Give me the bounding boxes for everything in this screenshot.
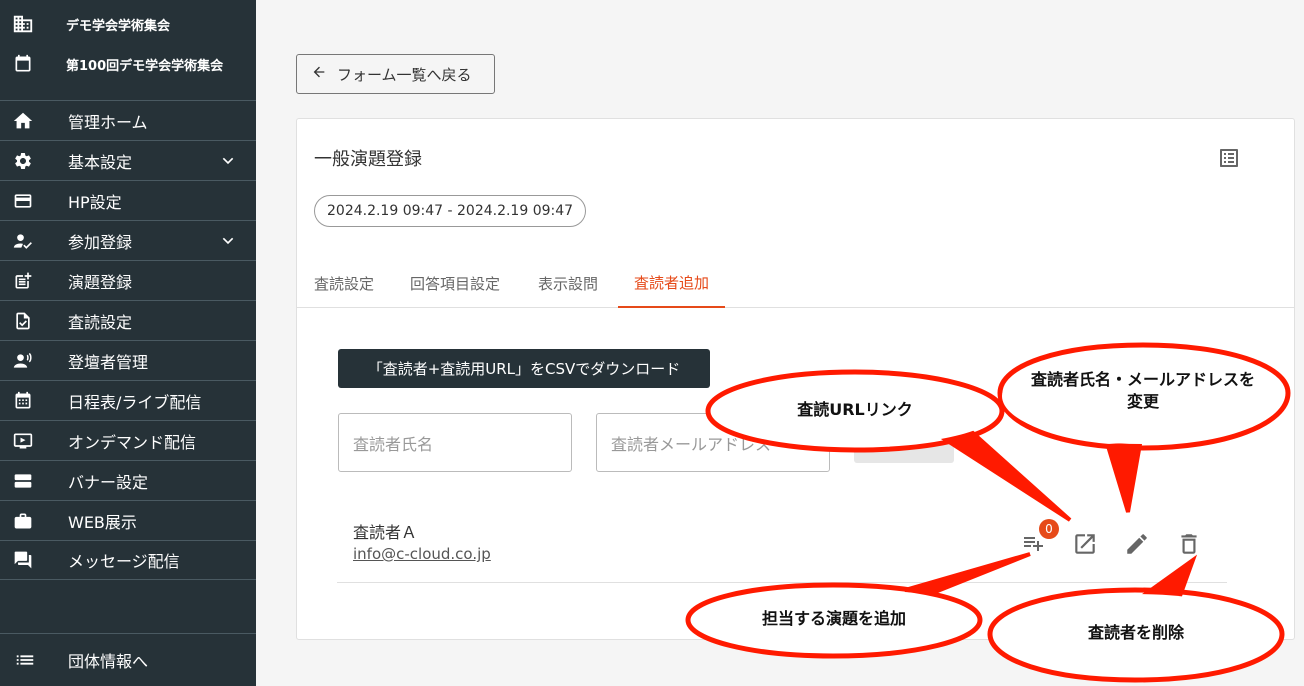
assigned-count-badge: 0 [1039,519,1059,539]
edit-icon[interactable] [1124,531,1150,561]
reviewer-name: 査読者Ａ [353,519,417,543]
sidebar-item-label: バナー設定 [46,469,148,493]
sidebar-item-abstract[interactable]: 演題登録 [0,260,256,300]
sidebar-item-label: WEB展示 [46,509,137,533]
sidebar-item-web-exhibit[interactable]: WEB展示 [0,500,256,540]
doc-check-icon [0,311,46,331]
sidebar-item-messages[interactable]: メッセージ配信 [0,540,256,580]
sidebar-item-on-demand[interactable]: オンデマンド配信 [0,420,256,460]
sidebar-item-label: 日程表/ライブ配信 [46,389,201,413]
back-to-forms-button[interactable]: フォーム一覧へ戻る [296,54,495,94]
chevron-down-icon[interactable] [220,233,236,253]
tab-add-reviewer[interactable]: 査読者追加 [618,259,725,308]
web-icon [0,191,46,211]
calendar-icon [0,391,46,411]
sidebar-item-label: 団体情報へ [50,648,148,672]
sidebar-item-label: 査読設定 [46,309,132,333]
sidebar-item-organization[interactable]: 団体情報へ [0,633,256,686]
sidebar-item-review-settings[interactable]: 査読設定 [0,300,256,340]
sidebar-item-label: オンデマンド配信 [46,429,196,453]
banner-icon [0,471,46,491]
briefcase-icon [0,511,46,531]
add-reviewer-button[interactable] [854,443,954,463]
form-title: 一般演題登録 [314,145,422,171]
sidebar-item-label: メッセージ配信 [46,548,180,572]
sidebar: デモ学会学術集会 第100回デモ学会学術集会 管理ホーム 基本設定 HP設定 参… [0,0,256,686]
list-alt-icon[interactable] [1217,146,1241,174]
event-row[interactable]: 第100回デモ学会学術集会 [0,44,256,84]
sidebar-item-schedule[interactable]: 日程表/ライブ配信 [0,380,256,420]
sidebar-item-label: 演題登録 [46,269,132,293]
list-icon [0,649,50,671]
sidebar-item-banner[interactable]: バナー設定 [0,460,256,500]
reviewer-row: 査読者Ａ info@c-cloud.co.jp 0 [337,511,1227,583]
callout-delete-text: 査読者を削除 [992,622,1280,644]
callout-edit-text: 査読者氏名・メールアドレスを変更 [1030,369,1256,414]
post-add-icon [0,271,46,291]
chat-icon [0,550,46,570]
tab-bar: 査読設定 回答項目設定 表示設問 査読者追加 [297,259,1294,308]
sidebar-item-hp-settings[interactable]: HP設定 [0,180,256,220]
callout-add-text: 担当する演題を追加 [690,608,978,630]
sidebar-item-speakers[interactable]: 登壇者管理 [0,340,256,380]
period-chip: 2024.2.19 09:47 - 2024.2.19 09:47 [314,195,586,227]
event-name: 第100回デモ学会学術集会 [46,55,223,74]
open-in-new-icon[interactable] [1072,531,1098,561]
org-name: デモ学会学術集会 [46,15,170,34]
tab-display-questions[interactable]: 表示設問 [538,259,598,308]
video-icon [0,431,46,451]
sidebar-item-label: 基本設定 [46,149,132,173]
tab-answer-fields[interactable]: 回答項目設定 [410,259,500,308]
person-check-icon [0,231,46,251]
tab-review-settings[interactable]: 査読設定 [314,259,374,308]
sidebar-nav: 管理ホーム 基本設定 HP設定 参加登録 演題登録 査読設定 登壇者管理 [0,100,256,580]
delete-icon[interactable] [1176,531,1202,561]
reviewer-email-input[interactable]: 査読者メールアドレス [596,413,830,472]
back-button-label: フォーム一覧へ戻る [337,64,472,85]
home-icon [0,110,46,132]
sidebar-item-label: 登壇者管理 [46,349,148,373]
event-calendar-icon [0,54,46,74]
arrow-left-icon [311,64,327,84]
sidebar-item-label: 管理ホーム [46,109,148,133]
sidebar-item-basic-settings[interactable]: 基本設定 [0,140,256,180]
sidebar-item-home[interactable]: 管理ホーム [0,100,256,140]
building-icon [0,13,46,35]
speaker-icon [0,351,46,371]
sidebar-item-registration[interactable]: 参加登録 [0,220,256,260]
reviewer-name-input[interactable]: 査読者氏名 [338,413,572,472]
reviewer-email[interactable]: info@c-cloud.co.jp [353,545,491,563]
org-row[interactable]: デモ学会学術集会 [0,4,256,44]
sidebar-item-label: HP設定 [46,189,122,213]
callout-url-text: 査読URLリンク [710,399,1000,421]
sidebar-item-label: 参加登録 [46,229,132,253]
csv-download-button[interactable]: 「査読者+査読用URL」をCSVでダウンロード [338,349,710,388]
gear-icon [0,151,46,171]
chevron-down-icon[interactable] [220,153,236,173]
